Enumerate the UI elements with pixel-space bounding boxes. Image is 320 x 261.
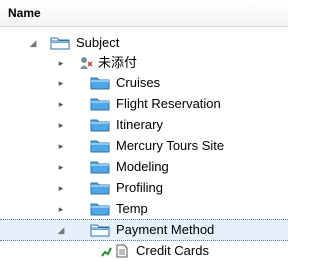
tree-node-payment-method[interactable]: ◢ Payment Method [0,219,288,241]
folder-icon [90,161,110,174]
tree-node-label: Temp [116,201,148,216]
tree-node-label: Subject [76,35,120,50]
tree-node-label: 未添付 [98,55,138,70]
tree-node-label: Cruises [116,75,161,90]
test-icon [116,244,128,258]
collapsed-arrow-icon[interactable]: ▸ [56,199,66,219]
folder-icon [90,119,110,132]
tree-node-flight-reservation[interactable]: ▸ Flight Reservation [0,94,288,114]
expanded-arrow-icon[interactable]: ◢ [56,220,66,240]
open-folder-icon [50,37,70,50]
open-folder-icon [90,224,110,237]
tree-node-temp[interactable]: ▸ Temp [0,199,288,219]
tree-node-subject[interactable]: ◢ Subject [0,33,288,53]
tree-node-credit-cards[interactable]: Credit Cards [0,241,288,261]
tree-node-unattached[interactable]: ▸ 未添付 [0,53,288,73]
folder-icon [90,77,110,90]
collapsed-arrow-icon[interactable]: ▸ [56,136,66,156]
collapsed-arrow-icon[interactable]: ▸ [56,94,66,114]
tree-node-profiling[interactable]: ▸ Profiling [0,178,288,198]
folder-icon [90,140,110,153]
collapsed-arrow-icon[interactable]: ▸ [56,115,66,135]
unattached-icon [80,57,93,69]
tree-node-label: Payment Method [116,222,215,237]
column-header: Name [0,0,288,27]
tree-node-label: Itinerary [116,117,163,132]
tree-node-label: Modeling [116,159,169,174]
tree-node-label: Profiling [116,180,163,195]
folder-icon [90,98,110,111]
collapsed-arrow-icon[interactable]: ▸ [56,178,66,198]
column-header-name[interactable]: Name [8,6,41,20]
tree-node-label: Credit Cards [136,243,209,258]
tree-node-mercury-tours-site[interactable]: ▸ Mercury Tours Site [0,136,288,156]
folder-icon [90,203,110,216]
expanded-arrow-icon[interactable]: ◢ [28,33,38,53]
collapsed-arrow-icon[interactable]: ▸ [56,73,66,93]
tree-node-modeling[interactable]: ▸ Modeling [0,157,288,177]
test-status-icon [101,247,112,257]
tree-node-cruises[interactable]: ▸ Cruises [0,73,288,93]
folder-icon [90,182,110,195]
tree-node-label: Flight Reservation [116,96,221,111]
collapsed-arrow-icon[interactable]: ▸ [56,157,66,177]
tree-node-itinerary[interactable]: ▸ Itinerary [0,115,288,135]
tree-node-label: Mercury Tours Site [116,138,225,153]
collapsed-arrow-icon[interactable]: ▸ [56,53,66,73]
